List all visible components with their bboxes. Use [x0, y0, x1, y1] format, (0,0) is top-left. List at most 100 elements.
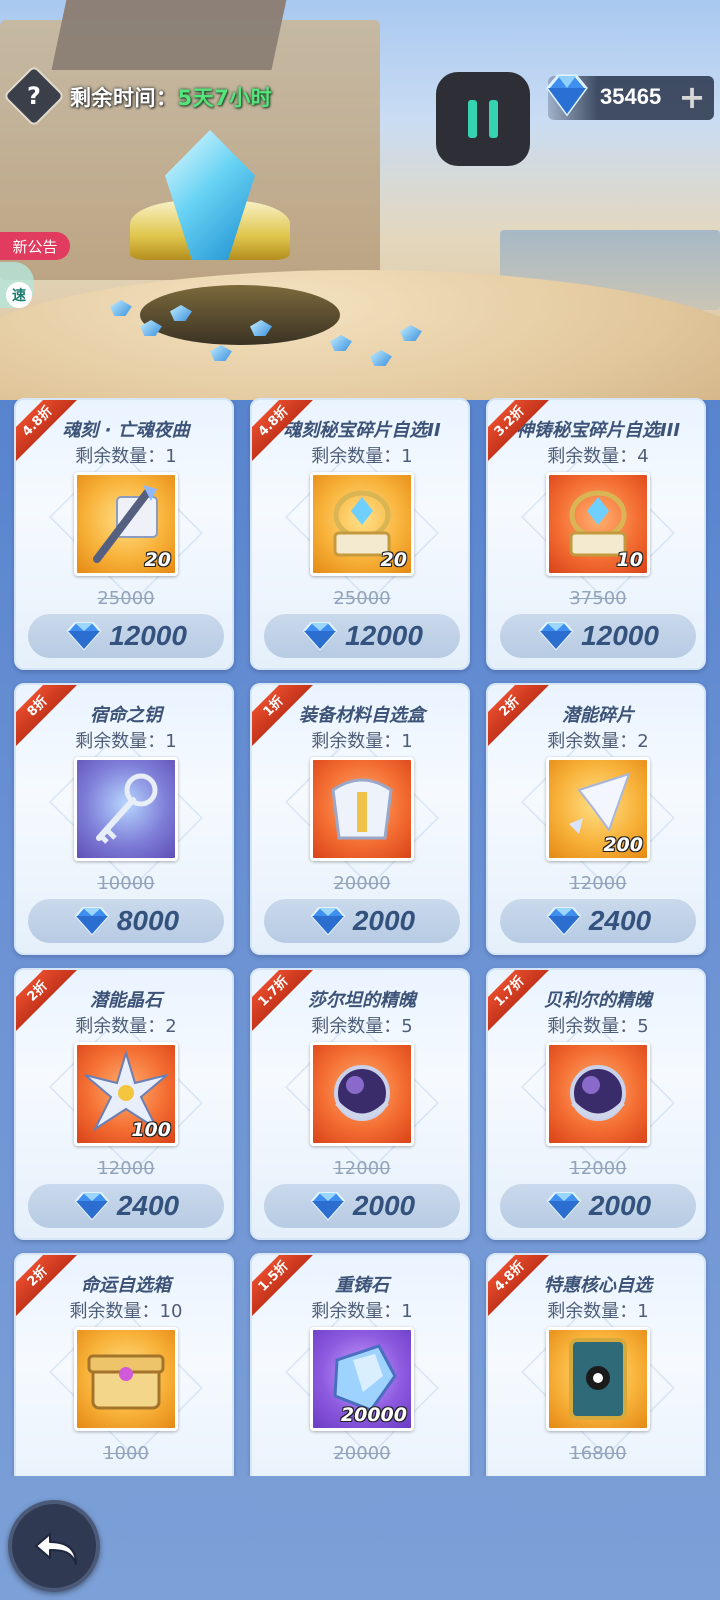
- crystal-shard-icon: [330, 335, 352, 351]
- original-price: 12000: [569, 1158, 627, 1179]
- original-price: 12000: [569, 873, 627, 894]
- chest-icon: [77, 1330, 175, 1428]
- armor-icon: [313, 760, 411, 858]
- diamond-icon: [302, 622, 338, 651]
- new-notice-badge[interactable]: 新公告: [0, 232, 70, 260]
- item-count: 20: [380, 549, 407, 571]
- orb-icon: [313, 1045, 411, 1143]
- diamond-icon: [546, 907, 582, 936]
- crystal-shard-icon: [210, 345, 232, 361]
- speed-badge[interactable]: 速: [0, 262, 34, 308]
- shop-item-card[interactable]: 神铸秘宝碎片自选III 剩余数量：4 10 37500 12000 3.2折: [486, 398, 706, 670]
- banner-scene: [0, 0, 720, 400]
- help-button[interactable]: ?: [5, 67, 63, 125]
- item-count: 20000: [340, 1404, 407, 1426]
- item-icon-frame: 200: [546, 757, 650, 861]
- shop-item-card[interactable]: 特惠核心自选 剩余数量：1 16800 4.8折: [486, 1253, 706, 1476]
- shop-item-card[interactable]: 装备材料自选盒 剩余数量：1 20000 2000 1折: [250, 683, 470, 955]
- sale-price: 8000: [116, 905, 180, 936]
- item-count: 100: [131, 1119, 171, 1141]
- card-icon: [549, 1330, 647, 1428]
- original-price: 20000: [333, 1443, 391, 1464]
- item-remaining-quantity: 剩余数量：1: [75, 446, 177, 467]
- original-price: 20000: [333, 873, 391, 894]
- item-icon-frame: [74, 757, 178, 861]
- shop-item-card[interactable]: 莎尔坦的精魄 剩余数量：5 12000 2000 1.7折: [250, 968, 470, 1240]
- item-remaining-quantity: 剩余数量：1: [547, 1301, 649, 1322]
- shop-item-card[interactable]: 贝利尔的精魄 剩余数量：5 12000 2000 1.7折: [486, 968, 706, 1240]
- buy-button[interactable]: 12000: [264, 614, 460, 658]
- shop-item-card[interactable]: 魂刻秘宝碎片自选II 剩余数量：1 20 25000 12000 4.8折: [250, 398, 470, 670]
- item-remaining-quantity: 剩余数量：5: [547, 1016, 649, 1037]
- item-remaining-quantity: 剩余数量：2: [75, 1016, 177, 1037]
- item-icon-frame: 20: [310, 472, 414, 576]
- buy-button[interactable]: 2400: [500, 899, 696, 943]
- shop-item-card[interactable]: 宿命之钥 剩余数量：1 10000 8000 8折: [14, 683, 234, 955]
- shop-item-card[interactable]: 重铸石 剩余数量：1 20000 20000 1.5折: [250, 1253, 470, 1476]
- crystal-crown-artwork: [110, 110, 450, 380]
- original-price: 16800: [569, 1443, 627, 1464]
- back-button[interactable]: [8, 1500, 100, 1592]
- sale-price: 2400: [588, 905, 652, 936]
- item-remaining-quantity: 剩余数量：1: [311, 731, 413, 752]
- buy-button[interactable]: 2000: [500, 1184, 696, 1228]
- buy-button[interactable]: 8000: [28, 899, 224, 943]
- original-price: 25000: [333, 588, 391, 609]
- shop-item-card[interactable]: 潜能晶石 剩余数量：2 100 12000 2400 2折: [14, 968, 234, 1240]
- diamond-amount: 35465: [600, 84, 662, 109]
- shop-item-card[interactable]: 潜能碎片 剩余数量：2 200 12000 2400 2折: [486, 683, 706, 955]
- crystal-shard-icon: [370, 350, 392, 366]
- diamond-icon: [546, 74, 588, 117]
- item-icon-frame: 20000: [310, 1327, 414, 1431]
- sale-price: 2400: [116, 1190, 180, 1221]
- pause-button[interactable]: [436, 72, 530, 166]
- add-diamond-button[interactable]: +: [678, 81, 706, 113]
- item-icon-frame: [546, 1042, 650, 1146]
- sale-price: 2000: [352, 905, 416, 936]
- diamond-icon: [74, 1192, 110, 1221]
- back-arrow-icon: [35, 1533, 77, 1565]
- speed-label: 速: [6, 282, 32, 308]
- sale-price: 12000: [109, 620, 187, 651]
- shop-grid: 魂刻 · 亡魂夜曲 剩余数量：1 20 25000 12000 4.8折 魂刻秘宝碎片自选I…: [0, 398, 720, 1476]
- question-icon: ?: [27, 82, 41, 110]
- item-remaining-quantity: 剩余数量：1: [311, 1301, 413, 1322]
- original-price: 10000: [97, 873, 155, 894]
- crystal-shard-icon: [400, 325, 422, 341]
- crystal-pedestal: [140, 285, 340, 345]
- remaining-time: 剩余时间： 5天7小时: [70, 82, 272, 112]
- shop-item-card[interactable]: 魂刻 · 亡魂夜曲 剩余数量：1 20 25000 12000 4.8折: [14, 398, 234, 670]
- orb-icon: [549, 1045, 647, 1143]
- buy-button[interactable]: 2000: [264, 1184, 460, 1228]
- item-remaining-quantity: 剩余数量：1: [311, 446, 413, 467]
- diamond-icon: [546, 1192, 582, 1221]
- buy-button[interactable]: 12000: [28, 614, 224, 658]
- remaining-time-label: 剩余时间：: [70, 86, 178, 110]
- item-remaining-quantity: 剩余数量：5: [311, 1016, 413, 1037]
- item-icon-frame: [310, 757, 414, 861]
- diamond-icon: [74, 907, 110, 936]
- shop-item-card[interactable]: 命运自选箱 剩余数量：10 1000 2折: [14, 1253, 234, 1476]
- sale-price: 12000: [581, 620, 659, 651]
- diamond-icon: [310, 907, 346, 936]
- pause-icon: [468, 100, 477, 138]
- sale-price: 12000: [345, 620, 423, 651]
- buy-button[interactable]: 2000: [264, 899, 460, 943]
- crystal-shard-icon: [110, 300, 132, 316]
- diamond-icon: [66, 622, 102, 651]
- item-count: 10: [616, 549, 643, 571]
- item-icon-frame: 10: [546, 472, 650, 576]
- buy-button[interactable]: 2400: [28, 1184, 224, 1228]
- diamond-balance: 35465 +: [546, 74, 714, 120]
- pause-icon: [489, 100, 498, 138]
- original-price: 37500: [569, 588, 627, 609]
- diamond-icon: [538, 622, 574, 651]
- item-icon-frame: 100: [74, 1042, 178, 1146]
- original-price: 12000: [97, 1158, 155, 1179]
- item-icon-frame: [546, 1327, 650, 1431]
- item-count: 200: [603, 834, 643, 856]
- item-icon-frame: [74, 1327, 178, 1431]
- sale-price: 2000: [352, 1190, 416, 1221]
- sale-price: 2000: [588, 1190, 652, 1221]
- buy-button[interactable]: 12000: [500, 614, 696, 658]
